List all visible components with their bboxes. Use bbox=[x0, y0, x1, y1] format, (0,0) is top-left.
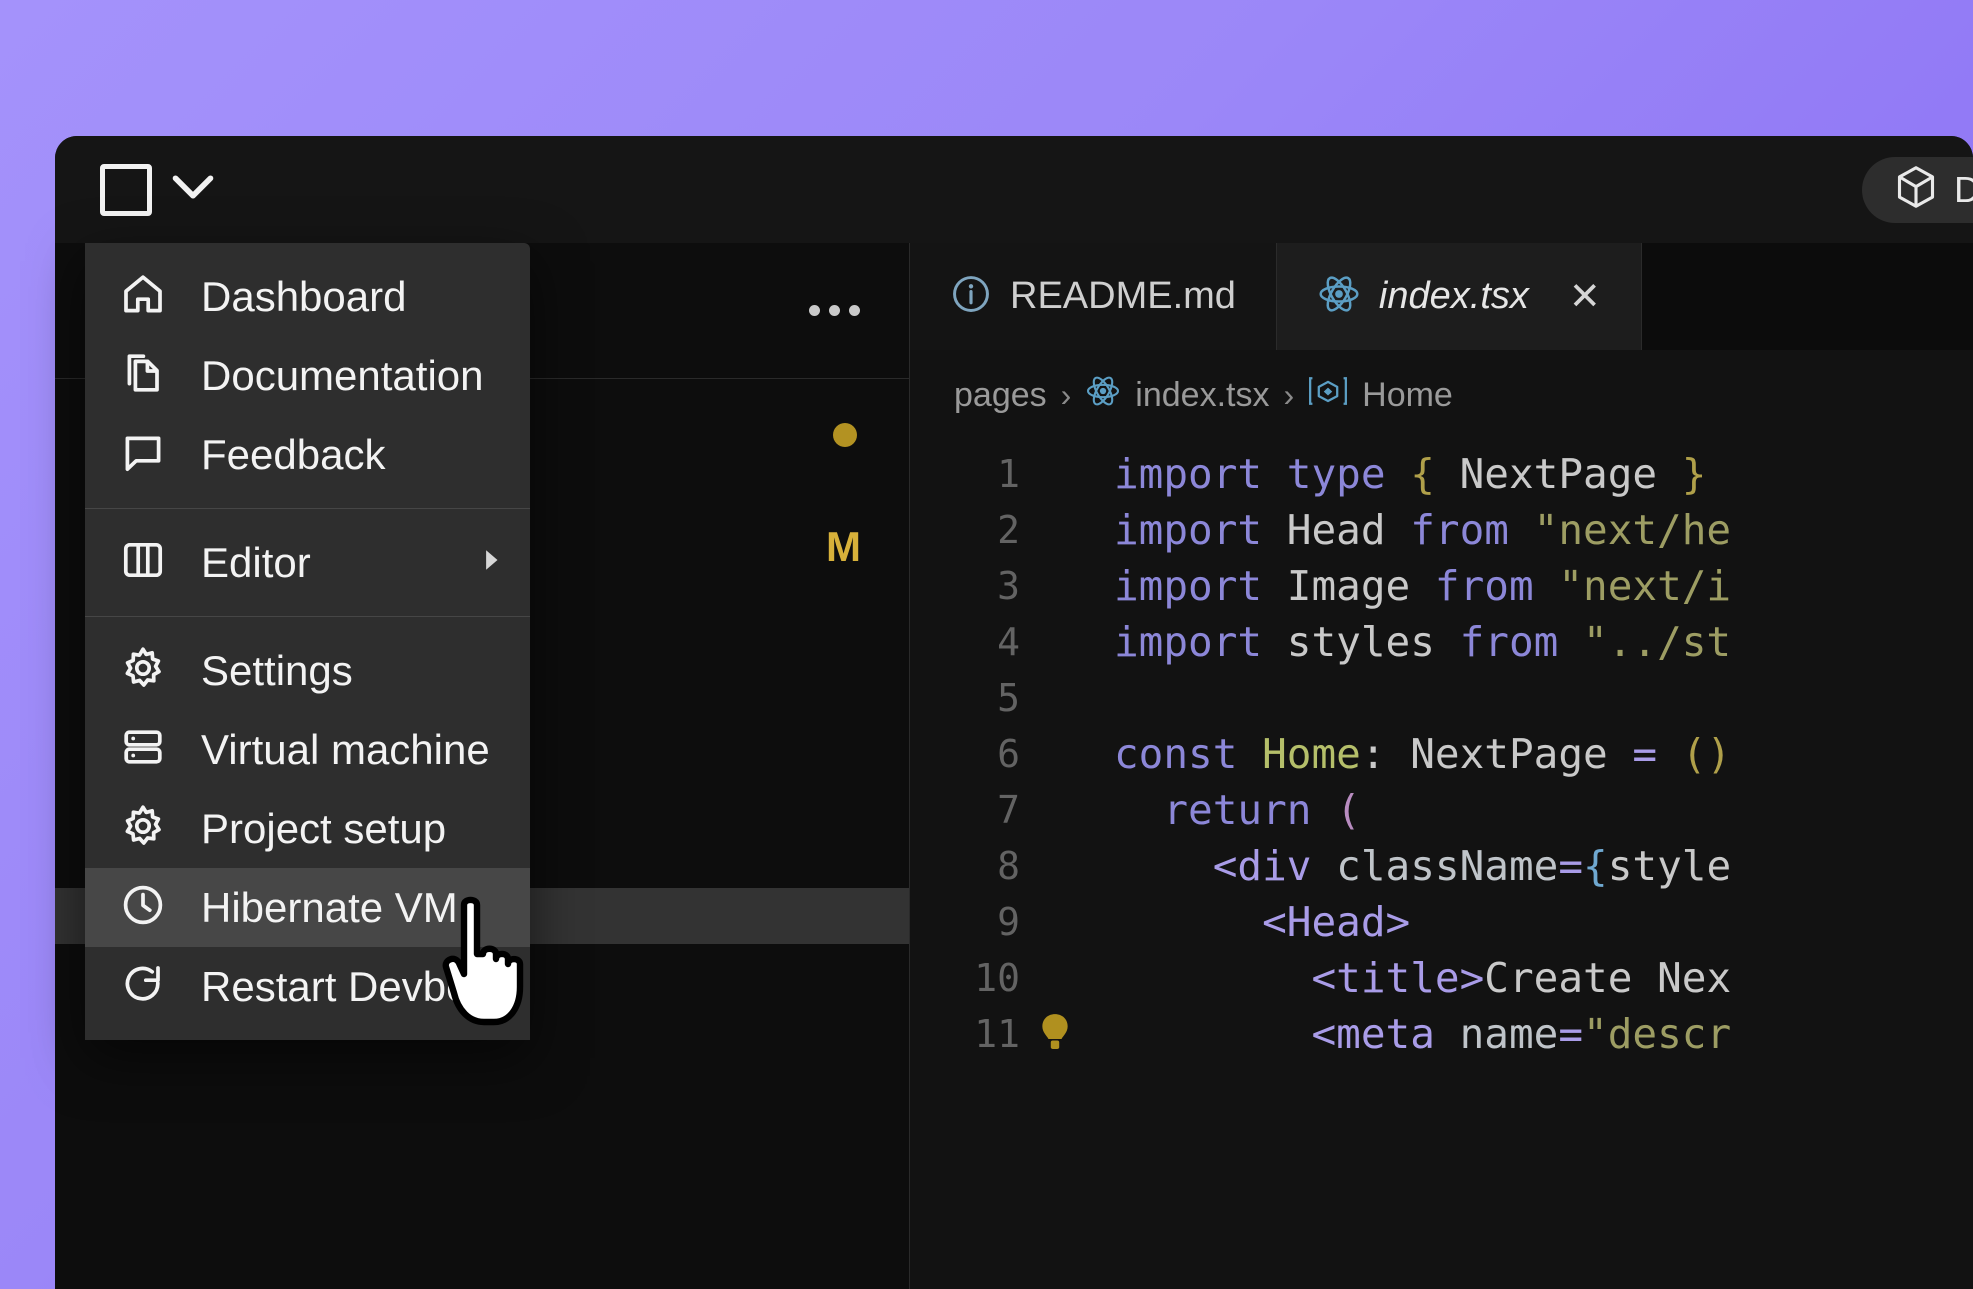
chevron-right-icon: › bbox=[1283, 377, 1294, 414]
code-line[interactable]: 5 bbox=[910, 670, 1973, 726]
devbox-pill-label: De bbox=[1954, 169, 1973, 211]
lightbulb-icon[interactable] bbox=[1020, 1011, 1090, 1057]
devbox-status-pill[interactable]: De bbox=[1862, 157, 1973, 223]
close-icon[interactable]: ✕ bbox=[1569, 274, 1601, 319]
menu-group-0: Dashboard Documentation Feedback bbox=[85, 243, 530, 508]
menu-item-dashboard[interactable]: Dashboard bbox=[85, 257, 530, 336]
code-line[interactable]: 10 <title>Create Nex bbox=[910, 950, 1973, 1006]
editor-tabstrip: README.md index.tsx ✕ bbox=[910, 243, 1973, 350]
line-number: 1 bbox=[910, 452, 1020, 496]
breadcrumb-item-index-tsx[interactable]: index.tsx bbox=[1135, 376, 1269, 415]
menu-item-label: Project setup bbox=[201, 805, 446, 853]
tab-label: index.tsx bbox=[1379, 275, 1529, 318]
tab-readme-md[interactable]: README.md bbox=[910, 243, 1277, 350]
code-text: <div className={style bbox=[1090, 842, 1731, 890]
cube-icon bbox=[1894, 164, 1938, 215]
menu-item-project-setup[interactable]: Project setup bbox=[85, 789, 530, 868]
menu-group-2: Settings Virtual machine Project setup Hibe… bbox=[85, 616, 530, 1040]
code-text: import type { NextPage } bbox=[1090, 450, 1706, 498]
menu-item-label: Editor bbox=[201, 539, 311, 587]
menu-item-editor[interactable]: Editor bbox=[85, 523, 530, 602]
code-line[interactable]: 8 <div className={style bbox=[910, 838, 1973, 894]
layout-panel-icon bbox=[119, 536, 167, 589]
line-number: 10 bbox=[910, 956, 1020, 1000]
code-text: import Head from "next/he bbox=[1090, 506, 1731, 554]
menu-item-label: Hibernate VM bbox=[201, 884, 458, 932]
main-dropdown-menu: Dashboard Documentation Feedback Editor Sett… bbox=[85, 243, 530, 1040]
code-line[interactable]: 7 return ( bbox=[910, 782, 1973, 838]
chevron-right-icon: › bbox=[1061, 377, 1072, 414]
submenu-arrow-icon bbox=[478, 547, 504, 578]
menu-item-documentation[interactable]: Documentation bbox=[85, 336, 530, 415]
line-number: 7 bbox=[910, 788, 1020, 832]
refresh-icon bbox=[119, 960, 167, 1013]
menu-item-label: Dashboard bbox=[201, 273, 406, 321]
chevron-down-icon[interactable] bbox=[172, 174, 214, 205]
code-line[interactable]: 2 import Head from "next/he bbox=[910, 502, 1973, 558]
code-text: import styles from "../st bbox=[1090, 618, 1731, 666]
server-icon bbox=[119, 723, 167, 776]
react-atom-icon bbox=[1085, 373, 1121, 418]
symbol-cube-icon bbox=[1308, 374, 1348, 417]
breadcrumb: pages › index.tsx › bbox=[910, 350, 1973, 440]
menu-item-hibernate-vm[interactable]: Hibernate VM bbox=[85, 868, 530, 947]
line-number: 11 bbox=[910, 1012, 1020, 1056]
code-text: import Image from "next/i bbox=[1090, 562, 1731, 610]
clock-icon bbox=[119, 881, 167, 934]
line-number: 5 bbox=[910, 676, 1020, 720]
code-line[interactable]: 4 import styles from "../st bbox=[910, 614, 1973, 670]
ellipsis-horizontal-icon[interactable] bbox=[795, 291, 874, 330]
code-text: return ( bbox=[1090, 786, 1361, 834]
line-number: 3 bbox=[910, 564, 1020, 608]
line-number: 4 bbox=[910, 620, 1020, 664]
modified-dot-badge bbox=[833, 423, 857, 447]
top-bar: De bbox=[55, 136, 1973, 243]
menu-item-feedback[interactable]: Feedback bbox=[85, 415, 530, 494]
brand-menu-trigger[interactable] bbox=[100, 164, 214, 216]
code-area[interactable]: 1 import type { NextPage } 2 import Head fr… bbox=[910, 440, 1973, 1062]
menu-group-1: Editor bbox=[85, 508, 530, 616]
tab-index-tsx[interactable]: index.tsx ✕ bbox=[1277, 243, 1642, 350]
line-number: 9 bbox=[910, 900, 1020, 944]
code-text: <title>Create Nex bbox=[1090, 954, 1731, 1002]
code-line[interactable]: 1 import type { NextPage } bbox=[910, 446, 1973, 502]
code-line[interactable]: 3 import Image from "next/i bbox=[910, 558, 1973, 614]
modified-letter-badge: M bbox=[826, 523, 861, 571]
menu-item-virtual-machine[interactable]: Virtual machine bbox=[85, 710, 530, 789]
code-editor-panel: README.md index.tsx ✕ bbox=[910, 243, 1973, 1289]
home-icon bbox=[119, 270, 167, 323]
breadcrumb-item-pages[interactable]: pages bbox=[954, 376, 1047, 415]
menu-item-label: Documentation bbox=[201, 352, 484, 400]
code-line[interactable]: 6 const Home: NextPage = () bbox=[910, 726, 1973, 782]
code-text: <Head> bbox=[1090, 898, 1410, 946]
code-line[interactable]: 11 <meta name="descr bbox=[910, 1006, 1973, 1062]
line-number: 8 bbox=[910, 844, 1020, 888]
menu-item-label: Feedback bbox=[201, 431, 385, 479]
menu-item-restart-devbox[interactable]: Restart Devbox bbox=[85, 947, 530, 1026]
info-circle-icon bbox=[950, 273, 992, 320]
documents-icon bbox=[119, 349, 167, 402]
menu-item-label: Settings bbox=[201, 647, 353, 695]
tab-label: README.md bbox=[1010, 275, 1236, 318]
chat-bubble-icon bbox=[119, 428, 167, 481]
menu-item-label: Restart Devbox bbox=[201, 963, 490, 1011]
line-number: 2 bbox=[910, 508, 1020, 552]
menu-item-settings[interactable]: Settings bbox=[85, 631, 530, 710]
code-text: <meta name="descr bbox=[1090, 1010, 1731, 1058]
gear-icon bbox=[119, 802, 167, 855]
react-atom-icon bbox=[1317, 272, 1361, 321]
breadcrumb-item-home[interactable]: Home bbox=[1362, 376, 1453, 415]
code-text: const Home: NextPage = () bbox=[1090, 730, 1731, 778]
code-line[interactable]: 9 <Head> bbox=[910, 894, 1973, 950]
gear-icon bbox=[119, 644, 167, 697]
line-number: 6 bbox=[910, 732, 1020, 776]
top-bar-right: De bbox=[1862, 157, 1973, 223]
menu-item-label: Virtual machine bbox=[201, 726, 490, 774]
square-logo-icon[interactable] bbox=[100, 164, 152, 216]
